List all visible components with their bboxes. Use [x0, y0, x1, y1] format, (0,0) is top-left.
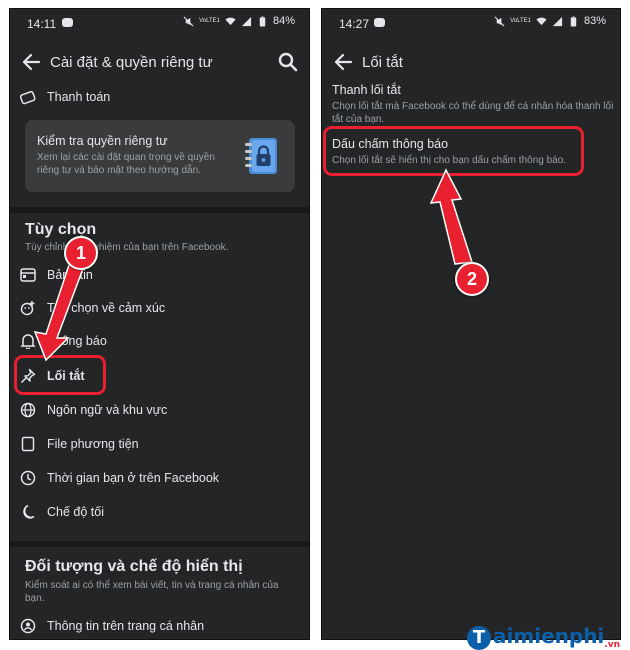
status-indicators: VoLTE1 83% — [494, 15, 606, 27]
status-indicators: VoLTE1 84% — [183, 15, 295, 27]
privacy-card-description: Xem lại các cài đặt quan trọng về quyền … — [37, 152, 215, 176]
profile-info-icon — [19, 617, 37, 635]
shortcut-bar-description: Chọn lối tắt mà Facebook có thể dùng để … — [332, 101, 614, 125]
step-badge-2: 2 — [455, 262, 489, 296]
site-watermark: Taimienphi.vn — [467, 624, 620, 650]
status-bar: 14:27 VoLTE1 83% — [322, 9, 620, 37]
signal-icon — [552, 16, 563, 26]
battery-icon — [570, 15, 577, 27]
privacy-card-title: Kiểm tra quyền riêng tư — [37, 134, 168, 148]
page-title: Lối tắt — [362, 54, 403, 71]
settings-item-label: Bảng tin — [47, 268, 93, 282]
settings-item-label: Thông báo — [47, 334, 107, 348]
battery-percent: 84% — [272, 15, 295, 27]
section-divider — [10, 541, 309, 547]
audience-section-title: Đối tượng và chế độ hiển thị — [25, 558, 243, 575]
settings-item-payment[interactable]: Thanh toán — [10, 83, 309, 111]
highlight-shortcuts-item — [14, 355, 106, 395]
section-divider — [10, 207, 309, 213]
settings-item-label: Thông tin trên trang cá nhân — [47, 619, 205, 633]
search-icon[interactable] — [277, 51, 299, 73]
back-arrow-icon[interactable] — [332, 51, 354, 73]
settings-item-language-region[interactable]: Ngôn ngữ và khu vực — [10, 396, 309, 424]
status-time: 14:11 — [27, 17, 57, 31]
wifi-icon — [536, 17, 547, 25]
watermark-suffix: .vn — [604, 640, 620, 650]
settings-item-time-on-facebook[interactable]: Thời gian bạn ở trên Facebook — [10, 464, 309, 492]
options-section-subtitle: Tùy chỉnh trải nghiệm của bạn trên Faceb… — [25, 242, 229, 253]
highlight-notification-dots — [323, 126, 584, 176]
mute-icon — [183, 16, 194, 26]
page-title: Cài đặt & quyền riêng tư — [50, 54, 213, 71]
settings-item-label: File phương tiện — [47, 437, 139, 451]
wifi-icon — [225, 17, 236, 25]
settings-item-notifications[interactable]: Thông báo — [10, 327, 309, 355]
step-badge-1: 1 — [64, 236, 98, 270]
media-file-icon — [19, 435, 37, 453]
settings-item-label: Tùy chọn về cảm xúc — [47, 301, 166, 315]
mute-icon — [494, 16, 505, 26]
shortcut-bar-setting[interactable]: Thanh lối tắt Chọn lối tắt mà Facebook c… — [332, 83, 617, 126]
watermark-logo-icon: T — [467, 626, 492, 650]
padlock-notebook-icon — [245, 138, 277, 174]
watermark-text: aimienphi — [493, 624, 605, 648]
settings-item-label: Thanh toán — [47, 90, 111, 104]
audience-section-subtitle: Kiểm soát ai có thể xem bài viết, tin và… — [25, 580, 279, 604]
app-bar: Lối tắt — [322, 37, 620, 89]
app-bar: Cài đặt & quyền riêng tư — [10, 37, 309, 89]
battery-percent: 83% — [583, 15, 606, 27]
privacy-checkup-card[interactable]: Kiểm tra quyền riêng tư Xem lại các cài … — [25, 120, 295, 192]
messenger-notification-icon — [62, 18, 73, 27]
back-arrow-icon[interactable] — [20, 51, 42, 73]
settings-item-label: Thời gian bạn ở trên Facebook — [47, 471, 220, 485]
settings-item-news-feed[interactable]: Bảng tin — [10, 261, 309, 289]
moon-icon — [19, 503, 37, 521]
status-bar: 14:11 VoLTE1 84% — [10, 9, 309, 37]
settings-item-label: Ngôn ngữ và khu vực — [47, 403, 168, 417]
network-type-label: VoLTE1 — [199, 18, 220, 24]
network-type-label: VoLTE1 — [510, 18, 531, 24]
credit-card-icon — [19, 88, 37, 106]
settings-item-label: Chế độ tối — [47, 505, 104, 519]
settings-item-profile-info[interactable]: Thông tin trên trang cá nhân — [10, 612, 309, 639]
settings-item-dark-mode[interactable]: Chế độ tối — [10, 498, 309, 526]
phone-screen-settings: 14:11 VoLTE1 84% Cài đặt & quyền riêng t… — [9, 8, 310, 640]
reaction-preferences-icon — [19, 299, 37, 317]
status-time: 14:27 — [339, 17, 370, 31]
clock-icon — [19, 469, 37, 487]
signal-icon — [241, 16, 252, 26]
messenger-notification-icon — [374, 18, 385, 27]
globe-icon — [19, 401, 37, 419]
battery-icon — [259, 15, 266, 27]
settings-item-reaction-preferences[interactable]: Tùy chọn về cảm xúc — [10, 294, 309, 322]
shortcut-bar-title: Thanh lối tắt — [332, 83, 401, 97]
news-feed-icon — [19, 266, 37, 284]
settings-item-media[interactable]: File phương tiện — [10, 430, 309, 458]
phone-screen-shortcuts: 14:27 VoLTE1 83% Lối tắt Thanh lối tắt C… — [321, 8, 621, 640]
bell-icon — [19, 332, 37, 350]
